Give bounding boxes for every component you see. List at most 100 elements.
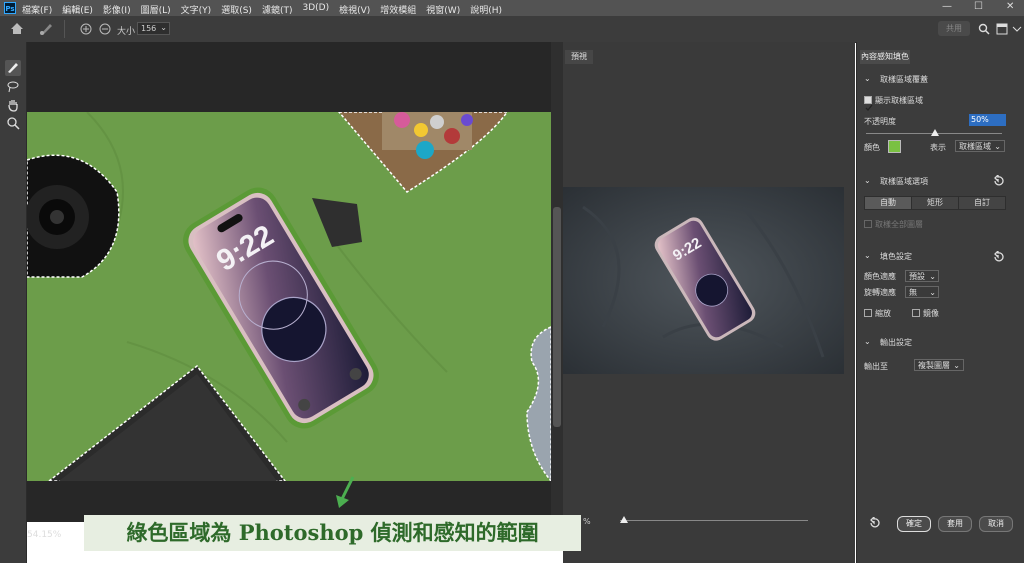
sampling-rectangle-button[interactable]: 矩形 [911,196,959,210]
mirror-label: 鏡像 [923,309,939,318]
overlay-color-swatch[interactable] [888,140,901,153]
ok-button[interactable]: 確定 [897,516,931,532]
chevron-down-icon: ⌄ [160,23,167,32]
menu-select[interactable]: 選取(S) [221,3,252,16]
menu-window[interactable]: 視窗(W) [426,3,460,16]
hand-tool[interactable] [5,98,21,114]
color-adaptation-select[interactable]: 預設 ⌄ [905,270,939,282]
indicate-label: 表示 [930,143,946,152]
brush-icon [8,63,18,73]
scrollbar-thumb[interactable] [553,207,561,427]
preview-zoom-value: % [583,517,591,526]
subtract-icon[interactable] [99,23,111,35]
lasso-icon [7,81,19,93]
tab-preview[interactable]: 預視 [565,50,593,64]
apply-button[interactable]: 套用 [938,516,972,532]
sample-all-layers-checkbox[interactable] [864,220,872,228]
maximize-button[interactable]: ☐ [974,1,983,12]
reset-icon[interactable] [992,251,1004,263]
close-button[interactable]: ✕ [1006,1,1014,12]
chevron-down-icon[interactable]: ⌄ [864,251,871,260]
output-select[interactable]: 複製圖層 ⌄ [914,359,964,371]
sampling-brush-tool[interactable] [5,60,21,76]
menu-view[interactable]: 檢視(V) [339,3,370,16]
menu-edit[interactable]: 編輯(E) [62,3,93,16]
color-adaptation-label: 顏色適應 [864,272,896,281]
mirror-checkbox[interactable] [912,309,920,317]
reset-icon[interactable] [992,175,1004,187]
opacity-slider-handle[interactable] [931,129,939,136]
color-label: 顏色 [864,143,880,152]
chevron-down-icon[interactable]: ⌄ [864,337,871,346]
lasso-tool[interactable] [5,80,21,96]
chevron-down-icon[interactable] [1012,23,1022,35]
chevron-down-icon[interactable]: ⌄ [864,74,871,83]
hand-icon [8,100,18,112]
preview-photo: 9:22 [563,187,844,374]
menu-filter[interactable]: 濾鏡(T) [262,3,293,16]
menu-layer[interactable]: 圖層(L) [141,3,171,16]
annotation-arrow-icon [336,476,355,508]
menu-bar: Ps 檔案(F) 編輯(E) 影像(I) 圖層(L) 文字(Y) 選取(S) 濾… [0,0,1024,16]
minimize-button[interactable]: — [942,1,952,12]
chevron-down-icon: ⌄ [929,272,936,281]
section-sampling-options: 取樣區域選項 [880,177,928,186]
zoom-tool[interactable] [5,116,21,132]
sample-all-layers-label: 取樣全部圖層 [875,220,923,229]
size-label: 大小 [117,27,136,37]
menu-type[interactable]: 文字(Y) [181,3,212,16]
chevron-down-icon: ⌄ [994,142,1001,151]
menu-file[interactable]: 檔案(F) [22,3,52,16]
indicate-select[interactable]: 取樣區域 ⌄ [955,140,1005,152]
menu-3d[interactable]: 3D(D) [302,3,329,16]
chevron-down-icon: ⌄ [953,361,960,370]
menu-help[interactable]: 說明(H) [470,3,502,16]
sampling-auto-button[interactable]: 自動 [864,196,912,210]
rotation-adaptation-select[interactable]: 無 ⌄ [905,286,939,298]
chevron-down-icon[interactable]: ⌄ [864,176,871,185]
options-bar: 大小 156 ⌄ 共用 [0,16,1024,43]
home-icon[interactable] [10,22,24,35]
opacity-input[interactable]: 50% [969,114,1006,126]
color-adaptation-value: 預設 [909,272,925,281]
opacity-label: 不透明度 [864,117,896,126]
magnifier-icon [7,117,20,130]
divider [64,20,65,38]
output-value: 複製圖層 [918,361,950,370]
section-output-settings: 輸出設定 [880,338,912,347]
sampling-custom-button[interactable]: 自訂 [958,196,1006,210]
annotation-caption: 綠色區域為 Photoshop 偵測和感知的範圍 [84,515,581,551]
rotation-adaptation-label: 旋轉適應 [864,288,896,297]
reset-all-icon[interactable] [868,517,880,529]
section-sampling-overlay: 取樣區域覆蓋 [880,75,928,84]
rotation-adaptation-value: 無 [909,288,917,297]
zoom-level: 54.15% [27,530,62,540]
scale-label: 縮放 [875,309,891,318]
checkmark-icon [865,104,873,111]
preview-zoom-slider[interactable] [620,520,808,521]
workspace-icon[interactable] [996,23,1008,35]
scale-checkbox[interactable] [864,309,872,317]
menu-image[interactable]: 影像(I) [103,3,131,16]
tab-content-aware-fill[interactable]: 內容感知填色 [860,50,910,64]
add-icon[interactable] [80,23,92,35]
preview-slider-handle[interactable] [620,516,628,523]
canvas-image[interactable]: 9:22 [27,112,551,481]
vertical-scrollbar[interactable] [551,42,563,522]
size-input[interactable]: 156 ⌄ [137,22,170,35]
tool-panel [0,42,27,563]
share-button[interactable]: 共用 [938,21,970,36]
section-fill-settings: 填色設定 [880,252,912,261]
photoshop-logo: Ps [4,2,16,14]
chevron-down-icon: ⌄ [929,288,936,297]
brush-tool-icon[interactable] [38,21,54,36]
cancel-button[interactable]: 取消 [979,516,1013,532]
menu-plugins[interactable]: 增效模組 [380,3,416,16]
menu-items: 檔案(F) 編輯(E) 影像(I) 圖層(L) 文字(Y) 選取(S) 濾鏡(T… [22,3,502,16]
output-to-label: 輸出至 [864,362,888,371]
photo-with-sampling-overlay: 9:22 [27,112,551,481]
search-icon[interactable] [978,23,990,35]
indicate-value: 取樣區域 [959,142,991,151]
show-sampling-label: 顯示取樣區域 [875,96,923,105]
show-sampling-checkbox[interactable] [864,96,873,111]
